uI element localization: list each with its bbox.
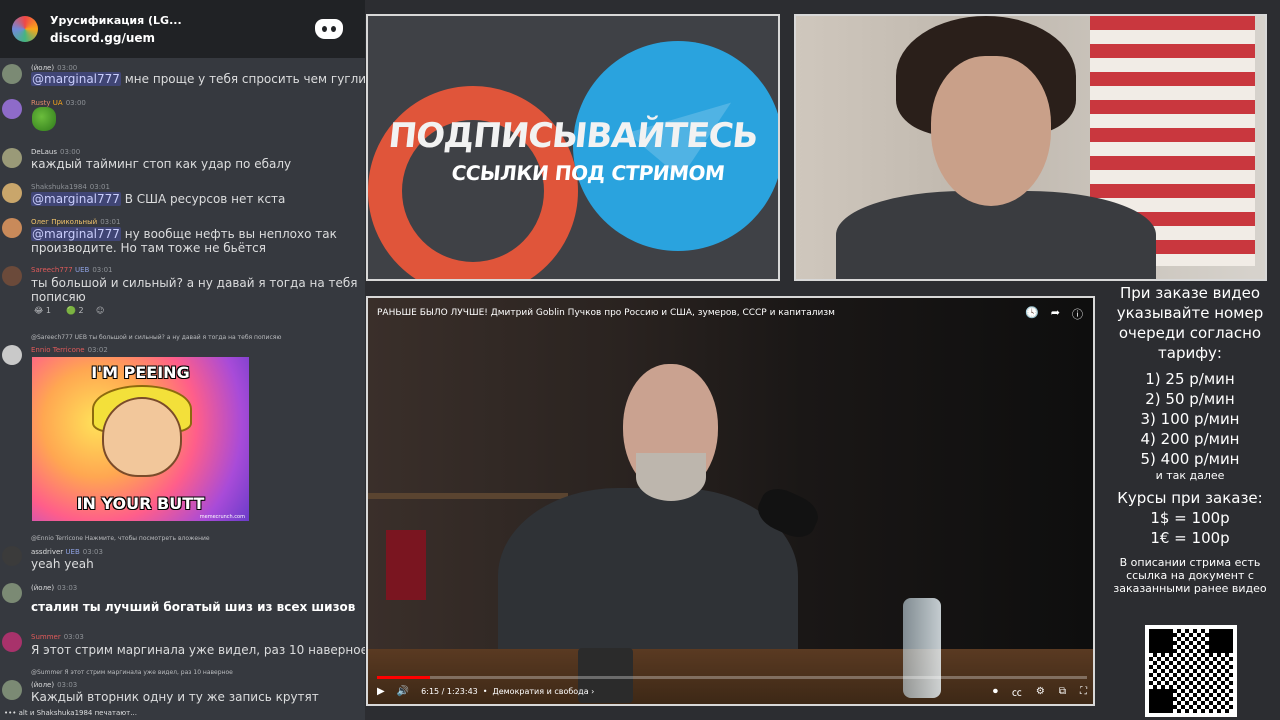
rate-usd: 1$ = 100р bbox=[1150, 509, 1230, 527]
fullscreen-icon[interactable]: ⛶ bbox=[1080, 686, 1087, 697]
message-meta: Ennio Terricone 03:02 bbox=[31, 346, 108, 354]
reply-preview[interactable]: @Summer Я этот стрим маргинала уже видел… bbox=[31, 669, 233, 676]
avatar bbox=[2, 99, 22, 119]
server-name: Урусификация (LG... bbox=[50, 13, 182, 27]
webcam-feed bbox=[794, 14, 1267, 281]
pepe-emoji bbox=[32, 107, 56, 131]
rates-title: Курсы при заказе: bbox=[1117, 489, 1263, 507]
tariff-4: 4) 200 р/мин bbox=[1140, 430, 1240, 448]
play-icon[interactable]: ▶ bbox=[377, 686, 385, 697]
water-bottle bbox=[903, 598, 941, 698]
guest-beard bbox=[636, 453, 706, 501]
message-meta: Sareech777 UEB 03:01 bbox=[31, 266, 113, 274]
avatar bbox=[2, 64, 22, 84]
server-avatar bbox=[12, 16, 38, 42]
message-meta: Summer 03:03 bbox=[31, 633, 84, 641]
meme-bottom-text: IN YOUR BUTT bbox=[76, 494, 205, 513]
message-meta: (йоле) 03:00 bbox=[31, 64, 78, 72]
message-meta: (йоле) 03:03 bbox=[31, 584, 78, 592]
avatar bbox=[2, 583, 22, 603]
qr-code bbox=[1145, 625, 1237, 717]
typing-indicator: ••• alt и Shakshuka1984 печатают... bbox=[4, 709, 137, 717]
settings-icon[interactable]: ⚙ bbox=[1036, 686, 1045, 697]
user-mention[interactable]: @marginal777 bbox=[31, 72, 121, 86]
message-meta: Shakshuka1984 03:01 bbox=[31, 183, 110, 191]
subtitles-icon[interactable]: ㏄ bbox=[1012, 684, 1022, 699]
autoplay-toggle[interactable]: ⏺ bbox=[993, 686, 998, 697]
stream-layout: Урусификация (LG... discord.gg/uem (йоле… bbox=[0, 0, 1280, 720]
reaction-laugh[interactable]: 😂 1 bbox=[34, 306, 51, 315]
volume-icon[interactable]: 🔊 bbox=[397, 686, 409, 697]
avatar bbox=[2, 546, 22, 566]
chat-message: Я этот стрим маргинала уже видел, раз 10… bbox=[31, 643, 365, 657]
avatar bbox=[2, 266, 22, 286]
discord-chat: Урусификация (LG... discord.gg/uem (йоле… bbox=[0, 0, 365, 720]
message-meta: Rusty UA 03:00 bbox=[31, 99, 86, 107]
message-meta: assdriver UEB 03:03 bbox=[31, 548, 103, 556]
rate-eur: 1€ = 100р bbox=[1150, 529, 1230, 547]
message-meta: Олег Прикольный 03:01 bbox=[31, 218, 121, 226]
reply-preview[interactable]: @Ennio Terricone Нажмите, чтобы посмотре… bbox=[31, 535, 210, 542]
user-mention[interactable]: @marginal777 bbox=[31, 192, 121, 206]
avatar bbox=[2, 345, 22, 365]
shelf bbox=[368, 493, 568, 499]
user-mention[interactable]: @marginal777 bbox=[31, 227, 121, 241]
time-display: 6:15 / 1:23:43 bbox=[421, 687, 478, 696]
video-title[interactable]: РАНЬШЕ БЫЛО ЛУЧШЕ! Дмитрий Goblin Пучков… bbox=[377, 308, 835, 318]
message-meta: (йоле) 03:03 bbox=[31, 681, 78, 689]
chat-message: ты большой и сильный? а ну давай я тогда… bbox=[31, 276, 358, 304]
chat-message: Каждый вторник одну и ту же запись крутя… bbox=[31, 690, 319, 704]
info-intro: При заказе видео указывайте номер очеред… bbox=[1116, 284, 1264, 362]
avatar bbox=[2, 680, 22, 700]
cast-icon[interactable]: ⧉ bbox=[1059, 686, 1066, 697]
chat-message: @marginal777 В США ресурсов нет кста bbox=[31, 192, 286, 206]
meme-face bbox=[102, 397, 182, 477]
add-reaction-icon[interactable]: ☺ bbox=[96, 306, 104, 315]
discord-logo-icon bbox=[315, 19, 343, 39]
meme-watermark: memecrunch.com bbox=[199, 514, 245, 520]
chat-message: @marginal777 ну вообще нефть вы неплохо … bbox=[31, 227, 337, 255]
chat-message: сталин ты лучший богатый шиз из всех шиз… bbox=[31, 600, 356, 614]
info-footer: В описании стрима есть ссылка на докумен… bbox=[1113, 556, 1267, 595]
order-info: При заказе видео указывайте номер очеред… bbox=[1100, 283, 1280, 595]
meme-image[interactable]: I'M PEEING IN YOUR BUTT memecrunch.com bbox=[32, 357, 249, 521]
subscribe-banner: ПОДПИСЫВАЙТЕСЬ ССЫЛКИ ПОД СТРИМОМ bbox=[366, 14, 780, 281]
avatar bbox=[2, 148, 22, 168]
reply-preview[interactable]: @Sareech777 UEB ты большой и сильный? а … bbox=[31, 334, 281, 341]
share-icon[interactable]: ➦ bbox=[1051, 306, 1060, 322]
avatar bbox=[2, 183, 22, 203]
chat-message: @marginal777 мне проще у тебя спросить ч… bbox=[31, 72, 365, 86]
chapter-label[interactable]: Демократия и свобода › bbox=[492, 687, 594, 696]
tariff-etc: и так далее bbox=[1155, 469, 1225, 482]
avatar bbox=[2, 632, 22, 652]
streamer-face bbox=[931, 56, 1051, 206]
chat-message: каждый тайминг стоп как удар по ебалу bbox=[31, 157, 292, 171]
banner-title: ПОДПИСЫВАЙТЕСЬ bbox=[386, 116, 760, 156]
message-meta: DeLaus 03:00 bbox=[31, 148, 81, 156]
tariff-2: 2) 50 р/мин bbox=[1145, 390, 1235, 408]
tariff-3: 3) 100 р/мин bbox=[1140, 410, 1240, 428]
meme-top-text: I'M PEEING bbox=[91, 363, 190, 382]
tariff-5: 5) 400 р/мин bbox=[1140, 450, 1240, 468]
chat-message: yeah yeah bbox=[31, 557, 94, 571]
server-invite-link[interactable]: discord.gg/uem bbox=[50, 31, 315, 45]
discord-header: Урусификация (LG... discord.gg/uem bbox=[0, 0, 365, 58]
progress-bar[interactable] bbox=[377, 676, 1087, 679]
info-icon[interactable]: ⓘ bbox=[1072, 306, 1083, 322]
progress-fill bbox=[377, 676, 431, 679]
avatar bbox=[2, 218, 22, 238]
book bbox=[386, 530, 426, 600]
reaction-emoji[interactable]: 🟢 2 bbox=[66, 306, 84, 315]
video-top-actions: 🕓 ➦ ⓘ bbox=[1025, 306, 1083, 322]
player-controls: ▶ 🔊 6:15 / 1:23:43 • Демократия и свобод… bbox=[377, 684, 1087, 699]
tariff-1: 1) 25 р/мин bbox=[1145, 370, 1235, 388]
banner-subtitle: ССЫЛКИ ПОД СТРИМОМ bbox=[450, 161, 726, 185]
youtube-player[interactable]: РАНЬШЕ БЫЛО ЛУЧШЕ! Дмитрий Goblin Пучков… bbox=[366, 296, 1095, 706]
watch-later-icon[interactable]: 🕓 bbox=[1025, 306, 1039, 322]
